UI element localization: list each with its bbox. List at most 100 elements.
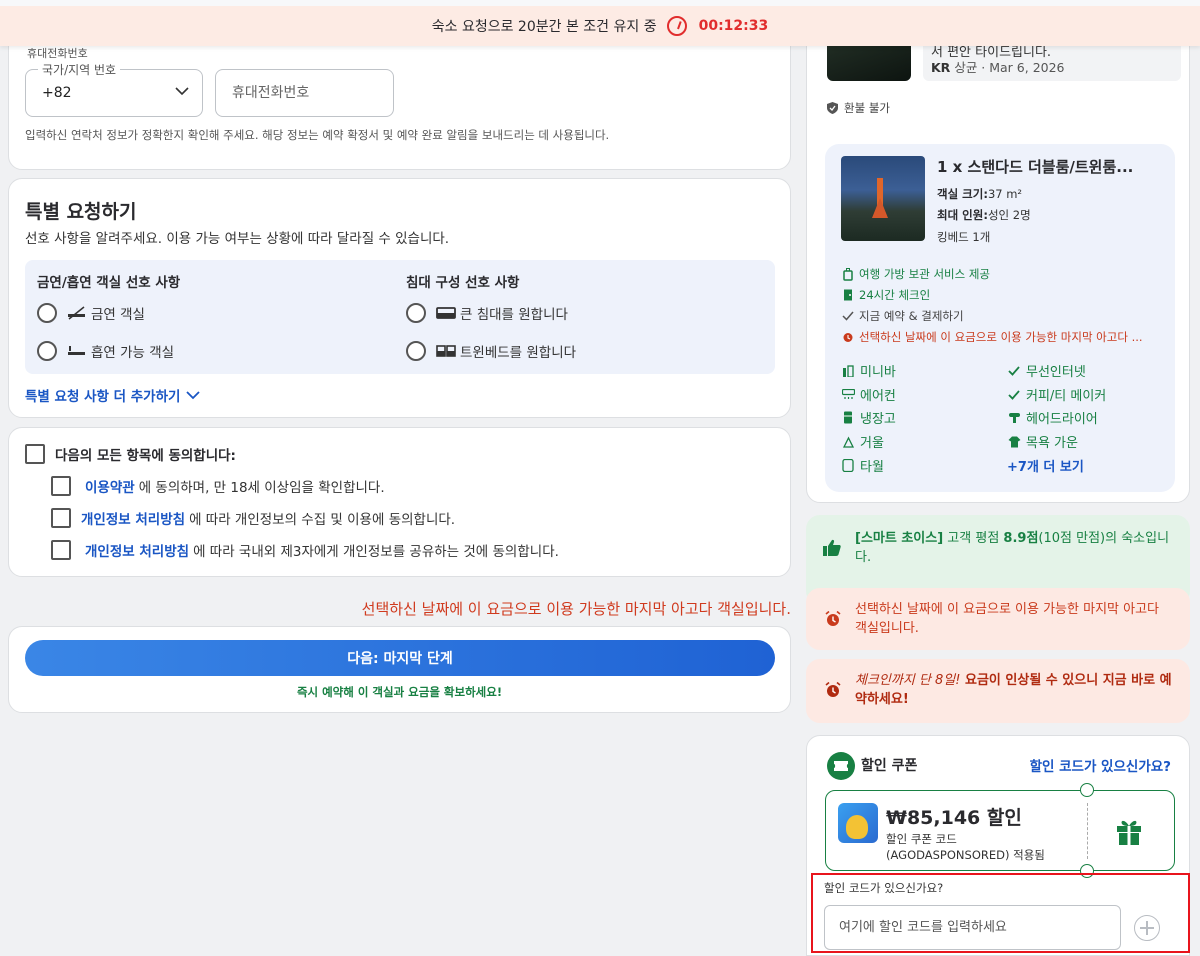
privacy-policy-link[interactable]: 개인정보 처리방침 [85,540,189,560]
radio-label: 트윈베드를 원합니다 [460,345,577,361]
special-requests-title: 특별 요청하기 [25,201,137,223]
alarm-clock-icon [825,611,841,626]
last-room-banner: 선택하신 날짜에 이 요금으로 이용 가능한 마지막 아고다 객실입니다. [806,588,1190,650]
add-more-requests-link[interactable]: 특별 요청 사항 더 추가하기 [25,385,201,405]
chevron-down-icon [186,391,201,400]
amenity-label: 미니바 [860,365,896,380]
amenity-label: 거울 [860,436,884,451]
room-photo[interactable] [841,156,925,241]
agree-third-party-checkbox[interactable]: 개인정보 처리방침 에 따라 국내외 제3자에게 개인정보를 공유하는 것에 동… [51,540,559,560]
add-promo-code-plus-icon[interactable] [1134,915,1160,941]
ticket-notch [1080,864,1094,878]
radio-circle[interactable] [37,303,57,323]
amenity-label: 헤어드라이어 [1026,412,1098,427]
amenity-label: 냉장고 [860,412,896,427]
check-icon [841,309,855,323]
special-requests-card: 특별 요청하기 선호 사항을 알려주세요. 이용 가능 여부는 상황에 따라 달… [8,178,791,418]
review-country: KR [931,60,951,75]
next-step-card: 다음: 마지막 단계 즉시 예약해 이 객실과 요금을 확보하세요! [8,626,791,713]
amenity-coffee: 커피/티 메이커 [1007,385,1106,404]
price-increase-text: 체크인까지 단 8일! 요금이 인상될 수 있으니 지금 바로 예약하세요! [855,672,1175,710]
checkbox-box[interactable] [51,476,71,496]
radio-non-smoking[interactable]: 금연 객실 [37,303,145,323]
review-author-date: 상균 · Mar 6, 2026 [954,60,1065,75]
twin-bed-icon [436,343,456,359]
room-summary-card: 서 편안 타이드립니다. KR 상균 · Mar 6, 2026 환불 불가 1 … [806,0,1190,503]
country-code-label: 국가/지역 번호 [38,61,121,78]
coupon-title: 할인 쿠폰 [861,758,918,774]
amenity-minibar: 미니바 [841,361,896,380]
hold-timer-countdown: 00:12:33 [698,18,769,34]
more-amenities-link[interactable]: +7개 더 보기 [1007,456,1084,475]
radio-circle[interactable] [406,303,426,323]
add-more-requests-label: 특별 요청 사항 더 추가하기 [25,389,181,405]
benefit-label: 선택하신 날짜에 이 요금으로 이용 가능한 마지막 아고다 ... [859,330,1143,344]
agree-terms-checkbox[interactable]: 이용약관 에 동의하며, 만 18세 이상임을 확인합니다. [51,476,385,496]
check-icon [1007,388,1021,402]
door-icon [841,288,855,302]
agree-all-label: 다음의 모든 항목에 동의합니다: [55,448,236,464]
amenity-mirror: 거울 [841,432,884,451]
days-until-checkin: 체크인까지 단 8일! [855,673,961,688]
chevron-down-icon [175,87,189,96]
special-requests-subtitle: 선호 사항을 알려주세요. 이용 가능 여부는 상황에 따라 달라질 수 있습니… [25,231,450,247]
amenity-label: 커피/티 메이커 [1026,389,1107,404]
benefit-24h-checkin: 24시간 체크인 [841,287,930,303]
hold-timer-text: 숙소 요청으로 20분간 본 조건 유지 중 [431,19,657,35]
ticket-notch [1080,783,1094,797]
have-code-link[interactable]: 할인 코드가 있으신가요? [1030,755,1171,775]
radio-large-bed[interactable]: 큰 침대를 원합니다 [406,303,568,323]
refund-policy: 환불 불가 [827,100,890,116]
radio-label: 큰 침대를 원합니다 [460,307,568,323]
room-size-label: 객실 크기: [937,187,988,201]
luggage-icon [841,267,855,281]
radio-smoking[interactable]: 흡연 가능 객실 [37,341,174,361]
bathrobe-icon [1007,435,1021,449]
room-size-value: 37 m² [987,187,1023,201]
coupon-line2: (AGODASPONSORED) 적용됨 [886,848,1045,862]
booking-summary-column: 서 편안 타이드립니다. KR 상균 · Mar 6, 2026 환불 불가 1 … [806,0,1190,956]
next-step-button[interactable]: 다음: 마지막 단계 [25,640,775,676]
aircon-icon [841,388,855,402]
hairdryer-icon [1007,411,1021,425]
clock-icon [666,16,687,36]
radio-twin-bed[interactable]: 트윈베드를 원합니다 [406,341,576,361]
room-name: 1 x 스탠다드 더블룸/트윈룸... [937,158,1134,176]
smart-choice-prefix: [스마트 초이스] [855,531,944,546]
agree-privacy-checkbox[interactable]: 개인정보 처리방침 에 따라 개인정보의 수집 및 이용에 동의합니다. [51,508,455,528]
checkbox-box[interactable] [25,444,45,464]
promo-code-input[interactable] [825,906,1120,949]
agree-all-checkbox[interactable]: 다음의 모든 항목에 동의합니다: [25,444,236,464]
terms-link[interactable]: 이용약관 [85,476,135,496]
smoking-preference-header: 금연/흡연 객실 선호 사항 [37,275,181,291]
room-size: 객실 크기:37 m² [937,186,1022,202]
country-code-select[interactable]: 국가/지역 번호 +82 [25,61,203,117]
room-bed: 킹베드 1개 [937,230,991,244]
ticket-divider [1087,803,1088,859]
phone-number-input[interactable] [216,70,393,116]
bed-preference-header: 침대 구성 선호 사항 [406,275,520,291]
agree-terms-text: 에 동의하며, 만 18세 이상임을 확인합니다. [138,480,385,496]
privacy-policy-link[interactable]: 개인정보 처리방침 [81,508,185,528]
shield-icon [827,102,838,114]
amenity-label: 타월 [860,460,884,475]
smart-choice-score: 8.9점 [1003,531,1039,546]
coupon-amount: ₩85,146 할인 [886,807,1022,829]
amenity-bathrobe: 목욕 가운 [1007,432,1078,451]
amenity-wifi: 무선인터넷 [1007,361,1086,380]
radio-circle[interactable] [37,341,57,361]
contact-note: 입력하신 연락처 정보가 정확한지 확인해 주세요. 해당 정보는 예약 확정서… [25,128,610,142]
benefit-last-room: 선택하신 날짜에 이 요금으로 이용 가능한 마지막 아고다 ... [841,329,1143,345]
last-room-banner-text: 선택하신 날짜에 이 요금으로 이용 가능한 마지막 아고다 객실입니다. [855,602,1160,636]
coupon-mascot-logo [838,803,878,843]
checkbox-box[interactable] [51,540,71,560]
country-code-value: +82 [42,85,72,101]
phone-number-field[interactable] [215,69,394,117]
amenity-hairdryer: 헤어드라이어 [1007,408,1098,427]
checkbox-box[interactable] [51,508,71,528]
benefit-label: 지금 예약 & 결제하기 [859,309,964,323]
radio-circle[interactable] [406,341,426,361]
mirror-icon [841,435,855,449]
applied-coupon: ₩85,146 할인 할인 쿠폰 코드 (AGODASPONSORED) 적용됨 [825,783,1175,878]
promo-code-field[interactable] [824,905,1121,950]
